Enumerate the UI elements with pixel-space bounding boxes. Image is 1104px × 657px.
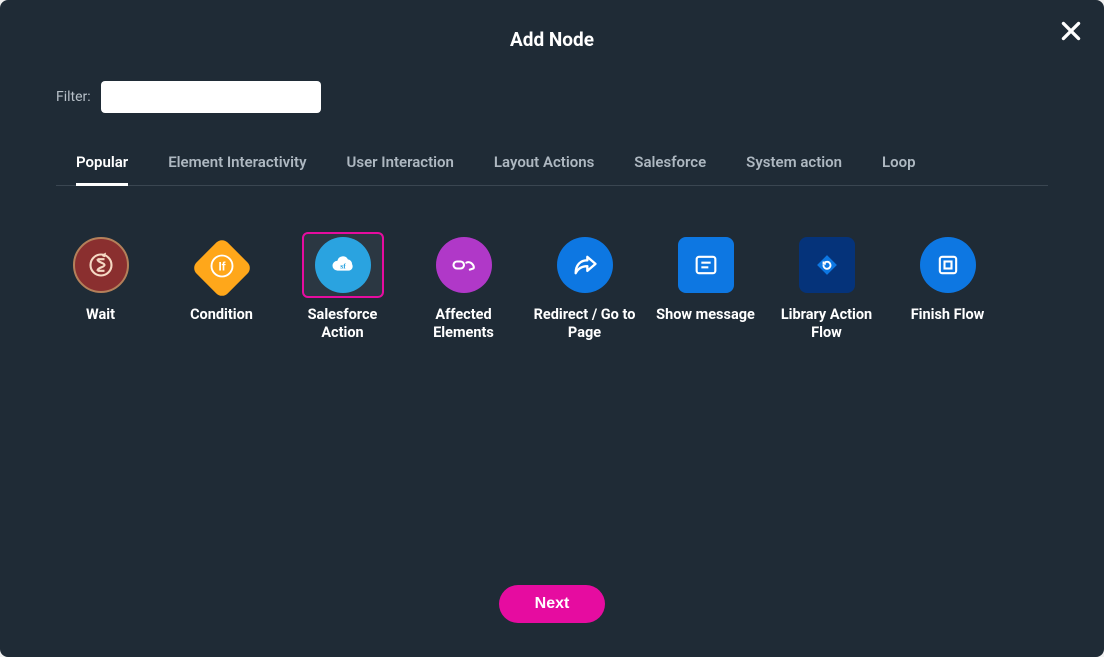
node-card-show-message[interactable]: Show message	[647, 226, 764, 348]
node-label: Redirect / Go to Page	[530, 306, 639, 342]
node-card-finish-flow[interactable]: Finish Flow	[889, 226, 1006, 348]
node-icon-wrap	[544, 232, 626, 298]
stop-square-icon	[920, 237, 976, 293]
tab-loop[interactable]: Loop	[882, 153, 916, 186]
cloud-sf-icon: sf	[315, 237, 371, 293]
add-node-modal: Add Node Filter: Popular Element Interact…	[0, 0, 1104, 657]
node-card-wait[interactable]: Wait	[42, 226, 159, 348]
node-label: Library Action Flow	[772, 306, 881, 342]
node-label: Finish Flow	[911, 306, 985, 324]
tab-element-interactivity[interactable]: Element Interactivity	[168, 153, 306, 186]
node-icon-wrap	[907, 232, 989, 298]
svg-text:sf: sf	[340, 262, 346, 271]
tab-popular[interactable]: Popular	[76, 153, 128, 186]
node-icon-wrap	[665, 232, 747, 298]
hourglass-icon	[73, 237, 129, 293]
message-lines-icon	[678, 237, 734, 293]
filter-row: Filter:	[0, 61, 1104, 123]
filter-input[interactable]	[101, 81, 321, 113]
node-card-condition[interactable]: If Condition	[163, 226, 280, 348]
modal-header: Add Node	[0, 0, 1104, 61]
node-label: Wait	[86, 306, 115, 324]
node-icon-wrap: If	[181, 232, 263, 298]
node-card-redirect-page[interactable]: Redirect / Go to Page	[526, 226, 643, 348]
tab-layout-actions[interactable]: Layout Actions	[494, 153, 594, 186]
tabs: Popular Element Interactivity User Interac…	[56, 133, 1048, 186]
share-arrow-icon	[557, 237, 613, 293]
node-icon-wrap	[786, 232, 868, 298]
node-card-library-action-flow[interactable]: Library Action Flow	[768, 226, 885, 348]
svg-text:If: If	[218, 261, 225, 274]
node-grid: Wait If Condition sf Salesforce Action Affect…	[0, 186, 1104, 358]
node-label: Condition	[190, 306, 253, 324]
node-card-salesforce-action[interactable]: sf Salesforce Action	[284, 226, 401, 348]
node-icon-wrap: sf	[302, 232, 384, 298]
close-icon	[1058, 18, 1084, 44]
tab-system-action[interactable]: System action	[746, 153, 842, 186]
next-button[interactable]: Next	[499, 585, 606, 623]
modal-title: Add Node	[20, 28, 1084, 51]
if-icon: If	[190, 237, 252, 299]
node-icon-wrap	[60, 232, 142, 298]
refresh-diamond-icon	[799, 237, 855, 293]
node-label: Show message	[656, 306, 755, 324]
modal-footer: Next	[0, 565, 1104, 657]
close-button[interactable]	[1058, 18, 1084, 44]
node-label: Salesforce Action	[288, 306, 397, 342]
hand-bar-icon	[436, 237, 492, 293]
tab-salesforce[interactable]: Salesforce	[634, 153, 706, 186]
node-label: Affected Elements	[409, 306, 518, 342]
tab-user-interaction[interactable]: User Interaction	[347, 153, 454, 186]
node-card-affected-elements[interactable]: Affected Elements	[405, 226, 522, 348]
node-icon-wrap	[423, 232, 505, 298]
filter-label: Filter:	[56, 89, 91, 105]
